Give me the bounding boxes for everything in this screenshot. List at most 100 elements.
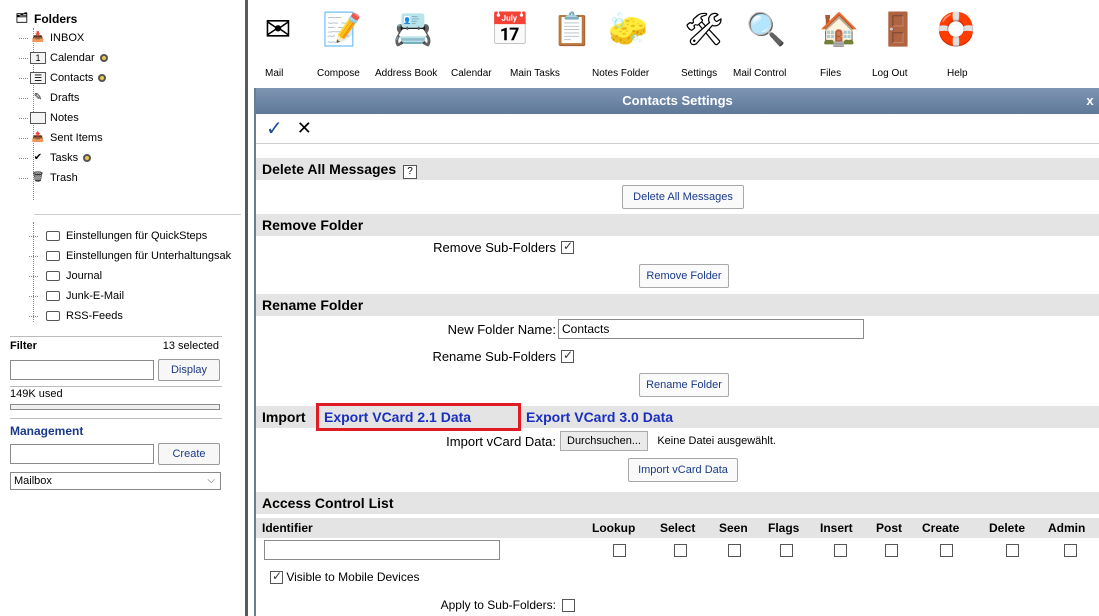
- tasks-icon: ✔: [33, 152, 43, 163]
- toolbar-settings[interactable]: 🛠: [683, 8, 725, 50]
- acl-create-checkbox[interactable]: [940, 544, 953, 557]
- envelope-icon: [46, 311, 60, 321]
- toolbar-address-book[interactable]: 📇: [392, 8, 434, 50]
- acl-identifier-input[interactable]: [264, 540, 500, 560]
- remove-sub-folders-checkbox[interactable]: [561, 239, 574, 254]
- rename-folder-button[interactable]: Rename Folder: [639, 373, 729, 397]
- new-folder-name-input[interactable]: Contacts: [558, 319, 864, 339]
- folder-label: Drafts: [50, 92, 80, 104]
- dialog-title: Contacts Settings: [622, 93, 733, 108]
- folders-root[interactable]: 🗂 Folders: [14, 10, 246, 28]
- folder-label: Journal: [66, 270, 103, 282]
- browse-button[interactable]: Durchsuchen...: [560, 431, 648, 451]
- toolbar-label: Compose: [317, 68, 360, 79]
- folder-item-calendar[interactable]: 1 Calendar: [14, 48, 246, 68]
- folder-item-journal[interactable]: Journal: [24, 266, 248, 286]
- folder-item-unterhaltung[interactable]: Einstellungen für Unterhaltungsak: [24, 246, 248, 266]
- toolbar-label: Main Tasks: [510, 68, 560, 79]
- folder-item-sent[interactable]: 📤 Sent Items: [14, 128, 246, 148]
- mailbox-select[interactable]: Mailbox ⌵: [10, 472, 221, 490]
- folder-item-tasks[interactable]: ✔ Tasks: [14, 148, 246, 168]
- acl-col-insert: Insert: [820, 521, 853, 535]
- section-title: Delete All Messages: [262, 161, 397, 177]
- notes-icon: [30, 112, 46, 124]
- toolbar-label: Mail Control: [733, 68, 787, 79]
- toolbar-label: Files: [820, 68, 842, 79]
- toolbar-mail[interactable]: ✉: [257, 8, 299, 50]
- folder-label: Junk-E-Mail: [66, 290, 125, 302]
- files-icon: 🏠: [819, 11, 859, 47]
- toolbar-mail-control[interactable]: 🔍: [745, 8, 787, 50]
- envelope-icon: [46, 271, 60, 281]
- export-vcard-30-link[interactable]: Export VCard 3.0 Data: [526, 406, 673, 428]
- management-input[interactable]: [10, 444, 154, 464]
- envelope-icon: [46, 251, 60, 261]
- remove-section-header: Remove Folder: [256, 214, 1099, 236]
- display-button[interactable]: Display: [158, 359, 220, 381]
- toolbar-main-tasks[interactable]: 📋: [551, 8, 593, 50]
- acl-delete-checkbox[interactable]: [1006, 544, 1019, 557]
- rename-sub-folders-checkbox[interactable]: [561, 348, 574, 363]
- acl-col-post: Post: [876, 521, 903, 535]
- folder-item-notes[interactable]: Notes: [14, 108, 246, 128]
- acl-insert-checkbox[interactable]: [834, 544, 847, 557]
- folder-label: Notes: [50, 112, 79, 124]
- acl-select-checkbox[interactable]: [674, 544, 687, 557]
- toolbar-notes-folder[interactable]: 🧽: [607, 8, 649, 50]
- acl-col-seen: Seen: [719, 521, 748, 535]
- save-check-icon[interactable]: ✓: [266, 116, 283, 141]
- acl-seen-checkbox[interactable]: [728, 544, 741, 557]
- notes-icon: 🧽: [608, 11, 648, 47]
- folders-root-label: Folders: [34, 12, 78, 26]
- folder-item-contacts[interactable]: ☰ Contacts: [14, 68, 246, 88]
- folder-item-drafts[interactable]: ✎ Drafts: [14, 88, 246, 108]
- folder-label: RSS-Feeds: [66, 310, 123, 322]
- toolbar-label: Address Book: [375, 68, 438, 79]
- highlight-box: [316, 403, 521, 431]
- toolbar-log-out[interactable]: 🚪: [877, 8, 919, 50]
- calendar-icon: 📅: [490, 11, 530, 47]
- filter-label: Filter: [10, 340, 37, 352]
- acl-admin-checkbox[interactable]: [1064, 544, 1077, 557]
- acl-col-create: Create: [922, 521, 960, 535]
- delete-all-messages-button[interactable]: Delete All Messages: [622, 185, 744, 209]
- folder-item-trash[interactable]: 🗑 Trash: [14, 168, 246, 188]
- settings-icon: 🛠: [683, 11, 725, 47]
- create-button[interactable]: Create: [158, 443, 220, 465]
- folder-label: Contacts: [50, 72, 94, 84]
- filter-input[interactable]: [10, 360, 154, 380]
- acl-col-delete: Delete: [989, 521, 1026, 535]
- folder-item-rss[interactable]: RSS-Feeds: [24, 306, 248, 326]
- folder-label: Einstellungen für Unterhaltungsak: [66, 250, 232, 262]
- toolbar-label: Help: [947, 68, 968, 79]
- folder-item-quicksteps[interactable]: Einstellungen für QuickSteps: [24, 226, 248, 246]
- apply-sub-folders-checkbox[interactable]: [562, 599, 575, 612]
- toolbar-calendar[interactable]: 📅: [489, 8, 531, 50]
- acl-lookup-checkbox[interactable]: [613, 544, 626, 557]
- inbox-icon: 📥: [31, 32, 45, 43]
- divider: [10, 386, 222, 387]
- toolbar-label: Log Out: [872, 68, 908, 79]
- help-icon: 🛟: [936, 11, 976, 47]
- visible-mobile-checkbox[interactable]: [270, 569, 283, 585]
- acl-flags-checkbox[interactable]: [780, 544, 793, 557]
- compose-icon: 📝: [322, 11, 362, 47]
- help-icon[interactable]: ?: [403, 165, 417, 179]
- acl-column-headers: Identifier Lookup Select Seen Flags Inse…: [256, 518, 1099, 538]
- toolbar-files[interactable]: 🏠: [818, 8, 860, 50]
- toolbar-help[interactable]: 🛟: [935, 8, 977, 50]
- remove-folder-button[interactable]: Remove Folder: [639, 264, 729, 288]
- apply-sub-folders-label: Apply to Sub-Folders:: [440, 598, 556, 612]
- import-vcard-button[interactable]: Import vCard Data: [628, 458, 738, 482]
- cancel-x-icon[interactable]: ✕: [297, 118, 312, 139]
- folder-item-inbox[interactable]: 📥 INBOX: [14, 28, 246, 48]
- acl-col-flags: Flags: [768, 521, 800, 535]
- folder-item-junk[interactable]: Junk-E-Mail: [24, 286, 248, 306]
- folder-label: Sent Items: [50, 132, 103, 144]
- address-book-icon: 📇: [393, 11, 433, 47]
- toolbar-compose[interactable]: 📝: [321, 8, 363, 50]
- acl-post-checkbox[interactable]: [885, 544, 898, 557]
- contacts-settings-dialog: Contacts Settings x ✓ ✕ Delete All Messa…: [254, 88, 1099, 616]
- close-icon[interactable]: x: [1083, 93, 1097, 109]
- folder-label: Calendar: [50, 52, 95, 64]
